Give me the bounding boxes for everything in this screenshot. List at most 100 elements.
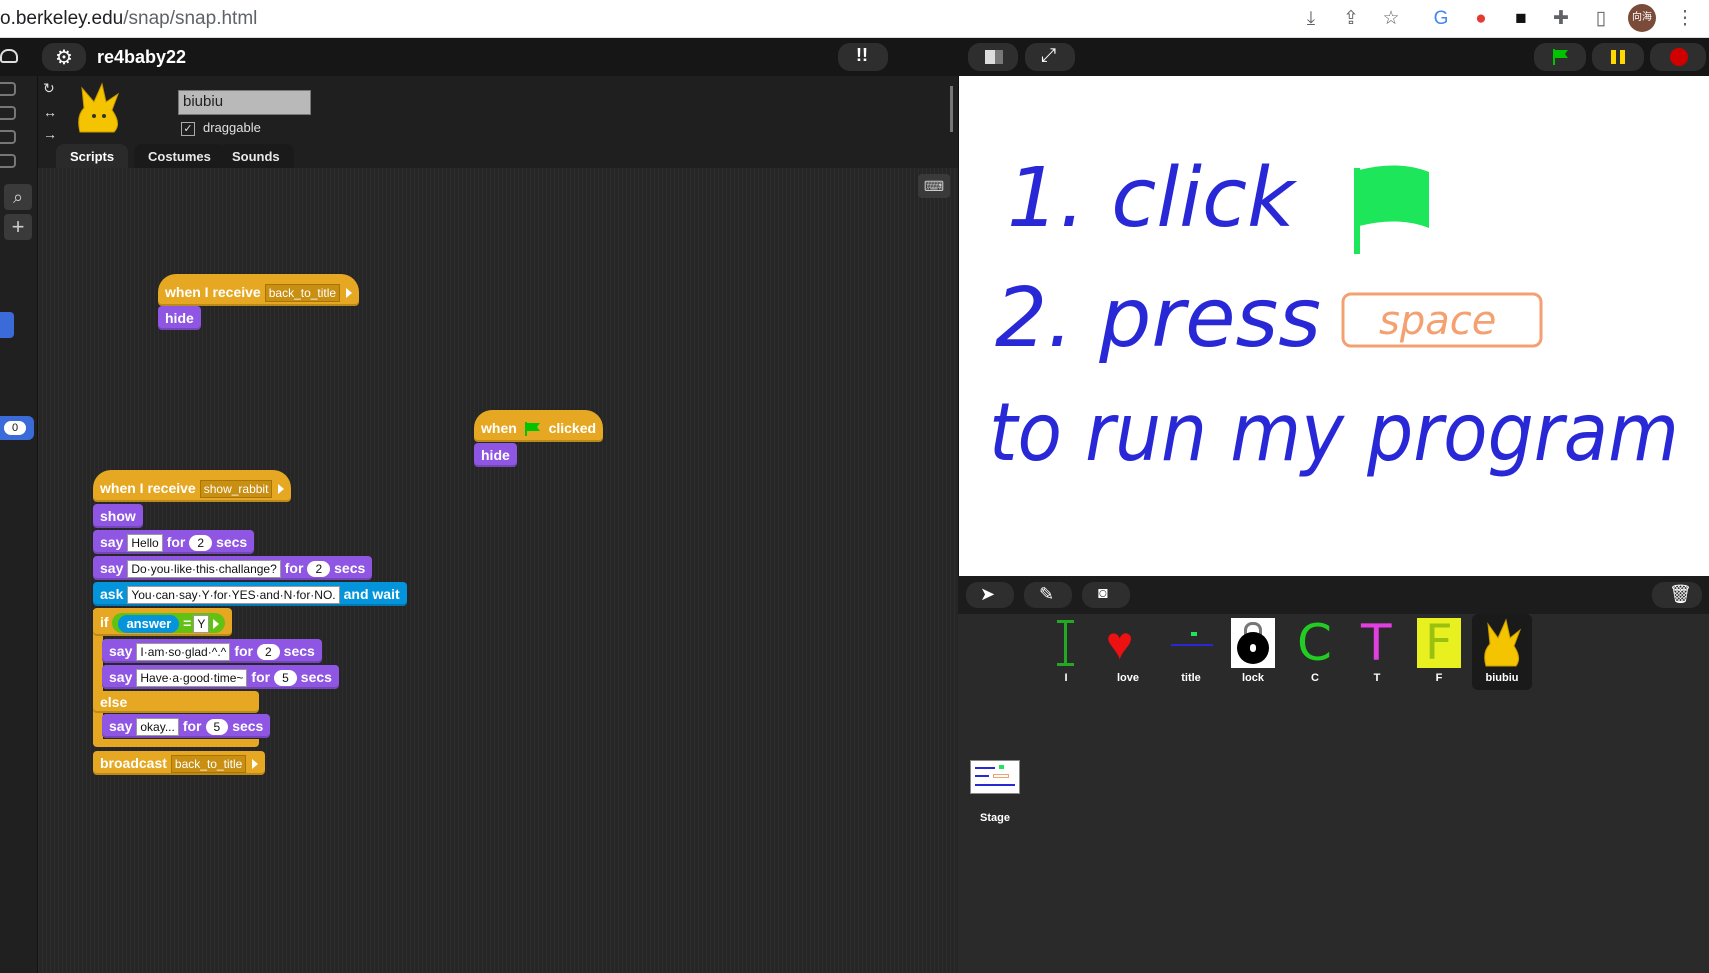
block-text: say: [109, 669, 133, 685]
show-block[interactable]: show: [93, 504, 143, 528]
sprite-name-input[interactable]: biubiu: [178, 90, 311, 115]
palette-block-stub[interactable]: [0, 130, 16, 144]
stage-label: Stage: [980, 812, 1010, 824]
exclamation-icon: !!: [856, 45, 868, 65]
sprite-item-title[interactable]: title: [1161, 614, 1221, 690]
when-flag-clicked-hat[interactable]: when clicked: [474, 410, 604, 442]
share-icon[interactable]: ⇪: [1338, 6, 1364, 32]
palette-block-stub-blue[interactable]: [0, 312, 14, 338]
translate-extension-icon[interactable]: G: [1428, 6, 1454, 32]
when-i-receive-hat[interactable]: when I receive show_rabbit: [93, 470, 292, 502]
draggable-checkbox[interactable]: ✓: [181, 122, 195, 136]
message-dropdown[interactable]: show_rabbit: [199, 480, 273, 499]
when-i-receive-hat[interactable]: when I receive back_to_title: [158, 274, 360, 306]
no-rotate-icon[interactable]: →: [43, 126, 57, 142]
stage[interactable]: 1. click 2. press space to run my progra…: [958, 76, 1709, 576]
profile-avatar[interactable]: 向海: [1628, 4, 1656, 32]
block-text: secs: [334, 560, 366, 576]
palette-block-stub[interactable]: [0, 154, 16, 168]
sprite-label: T: [1373, 672, 1381, 684]
pause-button[interactable]: [1592, 43, 1644, 71]
say-text-input[interactable]: Have·a·good·time~: [136, 669, 248, 688]
add-icon[interactable]: +: [4, 214, 32, 240]
say-for-block[interactable]: say okay... for 5 secs: [102, 714, 271, 738]
rotate-left-right-icon[interactable]: ↔: [43, 104, 57, 120]
secs-input[interactable]: 2: [307, 561, 331, 578]
stage-size-icon: [985, 50, 1003, 64]
corral-toolbar: ➤ ✎ ◙ 🗑: [958, 576, 1709, 614]
tab-sounds[interactable]: Sounds: [218, 144, 294, 168]
extensions-puzzle-icon[interactable]: ✚: [1548, 6, 1574, 32]
stage-drawing: 1. click 2. press space to run my progra…: [989, 151, 1679, 479]
say-for-block[interactable]: say Have·a·good·time~ for 5 secs: [102, 665, 339, 689]
paint-sprite-button[interactable]: ✎: [1024, 582, 1072, 608]
block-text: for: [166, 534, 186, 550]
extension-red-icon[interactable]: ●: [1468, 6, 1494, 32]
say-for-block[interactable]: say Do·you·like·this·challange? for 2 secs: [93, 556, 373, 580]
scripts-area[interactable]: ⌨ when I receive back_to_title hide when …: [38, 168, 958, 973]
block-text: when I receive: [165, 284, 261, 300]
sprite-item-lock[interactable]: lock: [1223, 614, 1283, 690]
browser-menu-icon[interactable]: ⋮: [1672, 6, 1698, 32]
green-flag-button[interactable]: [1534, 43, 1586, 71]
sprite-item-i[interactable]: I: [1036, 614, 1096, 690]
secs-input[interactable]: 5: [205, 719, 229, 736]
hide-block[interactable]: hide: [158, 306, 201, 330]
compare-input[interactable]: Y: [193, 615, 210, 634]
sprite-item-love[interactable]: ♥ love: [1098, 614, 1158, 690]
settings-button[interactable]: ⚙: [42, 43, 86, 71]
stage-thumbnail[interactable]: [970, 760, 1020, 794]
say-text-input[interactable]: okay...: [136, 718, 179, 737]
sprite-item-f[interactable]: F F: [1409, 614, 1469, 690]
hide-block[interactable]: hide: [474, 443, 517, 467]
fullscreen-icon: ⤢: [1041, 45, 1057, 66]
secs-input[interactable]: 5: [274, 670, 297, 687]
side-panel-icon[interactable]: ▯: [1588, 6, 1614, 32]
download-icon[interactable]: ⤓: [1298, 6, 1324, 32]
ask-text-input[interactable]: You·can·say·Y·for·YES·and·N·for·NO.: [127, 586, 340, 605]
search-icon[interactable]: ⌕: [4, 184, 32, 210]
green-flag-icon: [524, 422, 540, 437]
stop-icon: [1670, 48, 1688, 66]
ask-and-wait-block[interactable]: ask You·can·say·Y·for·YES·and·N·for·NO. an…: [93, 582, 407, 606]
address-bar[interactable]: o.berkeley.edu/snap/snap.html: [0, 8, 257, 30]
extension-cat-icon[interactable]: ■: [1508, 6, 1534, 32]
bookmark-star-icon[interactable]: ☆: [1378, 6, 1404, 32]
keyboard-entry-icon[interactable]: ⌨: [918, 174, 950, 198]
variable-value: 0: [4, 421, 26, 435]
sprite-item-biubiu[interactable]: biubiu: [1472, 614, 1532, 690]
secs-input[interactable]: 2: [256, 644, 280, 661]
say-for-block[interactable]: say I·am·so·glad·^.^ for 2 secs: [102, 639, 322, 663]
say-text-input[interactable]: I·am·so·glad·^.^: [136, 643, 231, 662]
stage-size-button[interactable]: [968, 43, 1018, 71]
presentation-mode-button[interactable]: ⤢: [1025, 43, 1075, 71]
say-for-block[interactable]: say Hello for 2 secs: [93, 530, 255, 554]
say-text-input[interactable]: Do·you·like·this·challange?: [127, 560, 281, 579]
broadcast-block[interactable]: broadcast back_to_title: [93, 751, 266, 775]
message-dropdown[interactable]: back_to_title: [170, 755, 247, 774]
palette-block-stub[interactable]: [0, 82, 16, 96]
palette-block-stub[interactable]: [0, 106, 16, 120]
sprite-item-t[interactable]: T T: [1347, 614, 1407, 690]
message-dropdown[interactable]: back_to_title: [264, 284, 341, 303]
camera-sprite-button[interactable]: ◙: [1082, 582, 1130, 608]
stage-line-2: 2. press: [995, 271, 1321, 366]
turtle-sprite-button[interactable]: ➤: [966, 582, 1014, 608]
stop-button[interactable]: [1650, 43, 1706, 71]
tab-costumes[interactable]: Costumes: [134, 144, 225, 168]
tab-scripts[interactable]: Scripts: [56, 144, 129, 168]
pause-icon-bar: [1620, 50, 1625, 64]
cloud-icon[interactable]: [0, 49, 18, 63]
resize-handle[interactable]: [950, 86, 953, 132]
equals-operator[interactable]: answer = Y: [112, 613, 226, 634]
sprite-item-c[interactable]: C C: [1285, 614, 1345, 690]
unsaved-warning-button[interactable]: !!: [838, 43, 888, 71]
letter-c-icon: C: [1297, 614, 1332, 672]
answer-reporter[interactable]: answer: [118, 615, 180, 634]
say-text-input[interactable]: Hello: [127, 534, 163, 553]
secs-input[interactable]: 2: [189, 535, 213, 552]
rotate-all-icon[interactable]: ↻: [43, 80, 55, 97]
if-else-block[interactable]: if answer = Y: [93, 608, 233, 636]
trash-button[interactable]: 🗑: [1652, 582, 1702, 608]
block-text: secs: [232, 718, 264, 734]
